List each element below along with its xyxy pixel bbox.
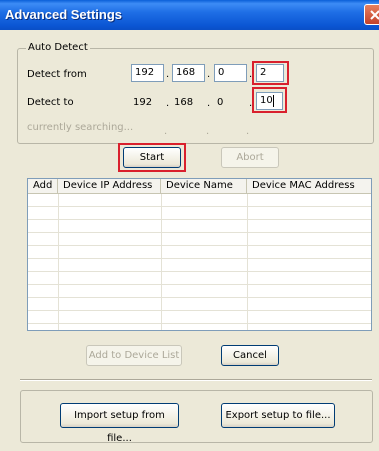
ip-dot: .	[207, 69, 211, 80]
column-header-name[interactable]: Device Name	[161, 179, 247, 194]
advanced-settings-window: Advanced Settings Auto Detect Detect fro…	[0, 0, 379, 451]
ip-dot: .	[166, 98, 170, 109]
to-ip-octet-2[interactable]: 168	[174, 97, 193, 108]
import-setup-button[interactable]: Import setup from file...	[60, 403, 179, 444]
column-header-mac[interactable]: Device MAC Address	[247, 179, 371, 194]
ip-dot: .	[206, 126, 210, 137]
table-row[interactable]	[28, 298, 371, 311]
close-button[interactable]	[364, 4, 379, 25]
cancel-button[interactable]: Cancel	[221, 345, 279, 366]
separator	[20, 379, 372, 381]
from-ip-octet-2[interactable]: 168	[172, 64, 205, 82]
column-header-ip[interactable]: Device IP Address	[58, 179, 161, 194]
from-ip-octet-1[interactable]: 192	[131, 64, 164, 82]
table-row[interactable]	[28, 246, 371, 259]
ip-dot: .	[207, 98, 211, 109]
start-highlight	[118, 143, 186, 172]
table-row[interactable]	[28, 259, 371, 272]
column-header-add[interactable]: Add	[28, 179, 58, 194]
close-icon	[370, 10, 379, 20]
table-header: Add Device IP Address Device Name Device…	[28, 179, 371, 194]
from-octet-highlight	[252, 61, 289, 85]
detect-to-label: Detect to	[27, 97, 74, 108]
window-title: Advanced Settings	[5, 7, 123, 22]
ip-dot: .	[164, 126, 168, 137]
table-row[interactable]	[28, 220, 371, 233]
table-row[interactable]	[28, 285, 371, 298]
from-ip-octet-3[interactable]: 0	[214, 64, 247, 82]
table-row[interactable]	[28, 194, 371, 207]
device-table[interactable]: Add Device IP Address Device Name Device…	[27, 178, 372, 331]
to-ip-octet-1[interactable]: 192	[133, 97, 152, 108]
title-bar[interactable]: Advanced Settings	[0, 0, 379, 30]
abort-button[interactable]: Abort	[221, 147, 279, 168]
table-row[interactable]	[28, 272, 371, 285]
to-ip-octet-3[interactable]: 0	[217, 97, 223, 108]
table-row[interactable]	[28, 207, 371, 220]
table-row[interactable]	[28, 233, 371, 246]
detect-from-label: Detect from	[27, 69, 87, 80]
to-octet-highlight	[252, 87, 287, 113]
table-row[interactable]	[28, 311, 371, 324]
ip-dot: .	[166, 69, 170, 80]
export-setup-button[interactable]: Export setup to file...	[221, 403, 335, 428]
add-to-device-list-button[interactable]: Add to Device List	[86, 345, 182, 366]
auto-detect-label: Auto Detect	[26, 42, 90, 53]
ip-dot: .	[246, 126, 250, 137]
search-status: currently searching...	[27, 122, 134, 133]
